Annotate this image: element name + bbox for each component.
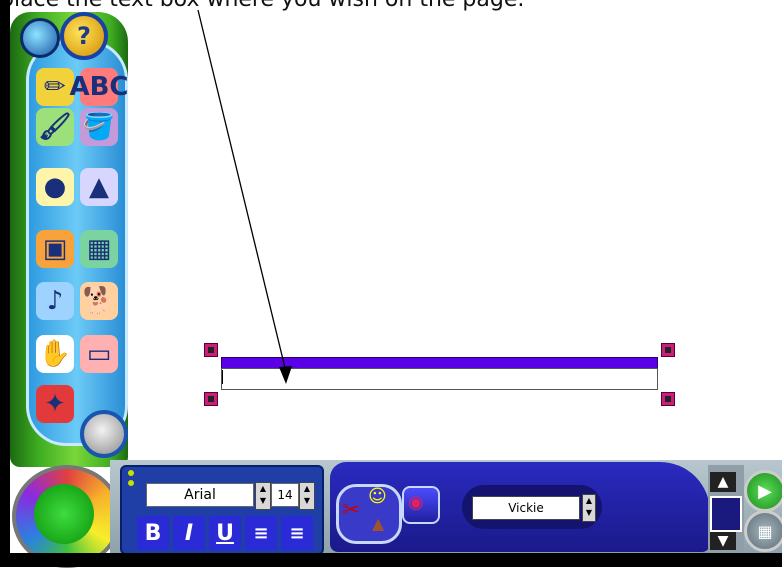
hand-tool-icon: ✋ (38, 339, 72, 369)
firecracker-tool-icon: ✦ (44, 389, 66, 419)
text-caret (222, 370, 223, 384)
resize-handle-bottom-right[interactable] (661, 392, 675, 406)
stamp-tool-icon: ▲ (89, 172, 109, 202)
frame-bottom (0, 553, 782, 567)
cursor-up-icon[interactable]: ▲ (710, 472, 736, 492)
lips-icon: ◉ (408, 492, 424, 513)
down-arrow-icon[interactable]: ▼ (583, 507, 595, 519)
instruction-caption: place the text box where you wish on the… (0, 0, 782, 14)
pencil-crayon-tool[interactable]: ✏ (36, 68, 74, 106)
brush-tool-icon: 🖌 (38, 112, 72, 142)
picture-tool[interactable]: ▦ (80, 230, 118, 268)
frame-left (0, 0, 10, 567)
eraser-tool-icon: ▭ (86, 339, 112, 369)
stamp-icon[interactable]: ▲ (372, 514, 384, 533)
green-paint-blob[interactable] (34, 484, 94, 544)
voice-field[interactable]: Vickie (472, 496, 580, 520)
down-arrow-icon[interactable]: ▼ (300, 495, 314, 507)
status-light (128, 480, 134, 486)
font-stepper[interactable]: ▲ ▼ (255, 482, 271, 510)
paint-bucket-tool-icon: 🪣 (82, 112, 116, 142)
up-arrow-icon[interactable]: ▲ (256, 483, 270, 495)
font-size-field[interactable]: 14 (271, 483, 299, 507)
scissors-icon[interactable]: ✂ (342, 498, 360, 523)
paint-bucket-tool[interactable]: 🪣 (80, 108, 118, 146)
font-size-stepper[interactable]: ▲ ▼ (299, 482, 315, 510)
hand-tool[interactable]: ✋ (36, 335, 74, 373)
italic-button[interactable]: I (173, 516, 205, 550)
animal-tool-icon: 🐕 (82, 286, 116, 316)
resize-handle-top-left[interactable] (204, 343, 218, 357)
text-style-buttons: B I U ≡ ≡ (137, 516, 313, 550)
sound-tool[interactable]: ♪ (36, 282, 74, 320)
smiley-icon[interactable]: ☺ (368, 486, 387, 507)
down-arrow-icon[interactable]: ▼ (256, 495, 270, 507)
sticker-roll-tool[interactable]: ● (36, 168, 74, 206)
text-box-input[interactable] (221, 368, 658, 390)
bold-button[interactable]: B (137, 516, 169, 550)
pencil-crayon-tool-icon: ✏ (44, 72, 66, 102)
resize-handle-bottom-left[interactable] (204, 392, 218, 406)
sticker-roll-tool-icon: ● (43, 172, 67, 202)
resize-handle-top-right[interactable] (661, 343, 675, 357)
status-light (128, 470, 134, 476)
cursor-down-icon[interactable]: ▼ (710, 532, 736, 550)
animal-tool[interactable]: 🐕 (80, 282, 118, 320)
underline-button[interactable]: U (209, 516, 241, 550)
brush-tool[interactable]: 🖌 (36, 108, 74, 146)
filmstrip-button[interactable]: ▦ (744, 510, 782, 552)
stamp-tool[interactable]: ▲ (80, 168, 118, 206)
logo-button[interactable] (20, 18, 60, 58)
play-button[interactable]: ▶ (744, 470, 782, 512)
voice-stepper[interactable]: ▲ ▼ (582, 494, 596, 522)
up-arrow-icon[interactable]: ▲ (583, 495, 595, 507)
sound-tool-icon: ♪ (46, 286, 64, 316)
paint-can-tool[interactable]: ▣ (36, 230, 74, 268)
font-field[interactable]: Arial (146, 483, 254, 507)
firecracker-tool[interactable]: ✦ (36, 385, 74, 423)
color-swatch[interactable] (710, 496, 742, 532)
align-left-button[interactable]: ≡ (245, 516, 277, 550)
text-tool-icon: ABC (69, 72, 129, 102)
paint-can-tool-icon: ▣ (42, 234, 68, 264)
align-center-button[interactable]: ≡ (281, 516, 313, 550)
eraser-tool[interactable]: ▭ (80, 335, 118, 373)
text-tool[interactable]: ABC (69, 68, 129, 106)
picture-tool-icon: ▦ (86, 234, 112, 264)
face-button[interactable] (80, 410, 128, 458)
status-lights (128, 470, 136, 490)
up-arrow-icon[interactable]: ▲ (300, 483, 314, 495)
help-button[interactable]: ? (60, 12, 108, 60)
